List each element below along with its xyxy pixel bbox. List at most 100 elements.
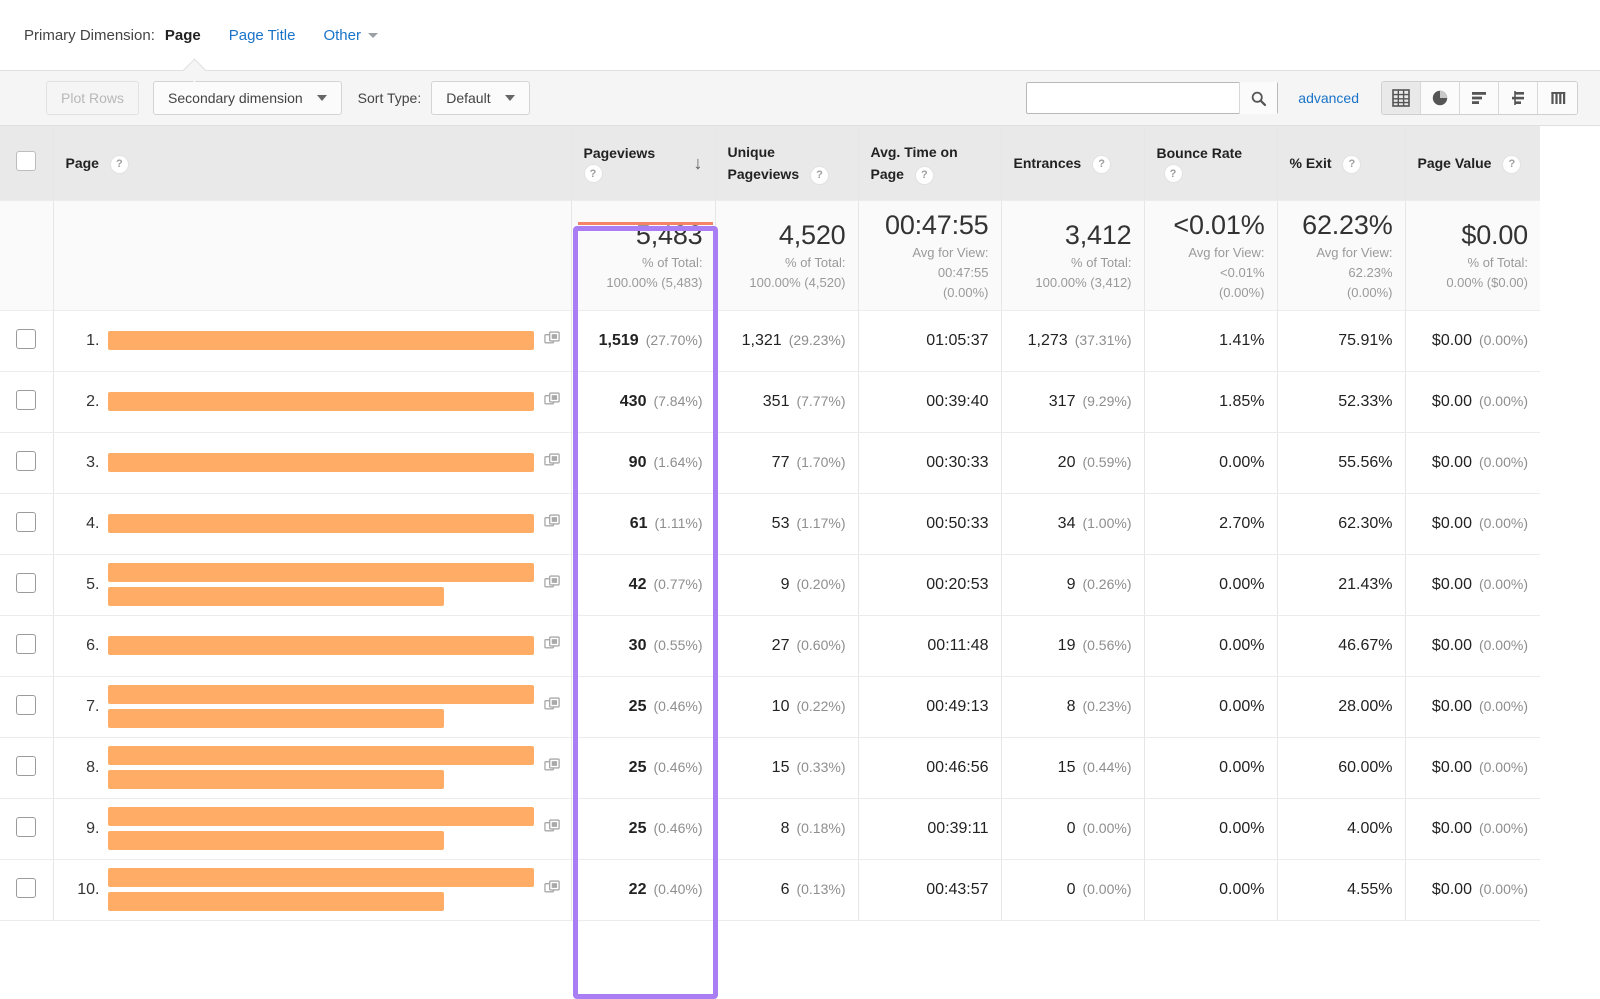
page-cell: 8. bbox=[53, 737, 571, 798]
open-page-in-new-window-button[interactable] bbox=[544, 818, 561, 839]
primary-dimension-page-tab[interactable]: Page bbox=[165, 27, 201, 44]
pageviews-value: 61 bbox=[630, 515, 648, 532]
summary-entrances-cell: 3,412 % of Total: 100.00% (3,412) bbox=[1001, 200, 1144, 310]
row-checkbox[interactable] bbox=[16, 756, 36, 776]
redacted-page-label-bar bbox=[108, 831, 445, 850]
percent-exit-cell: 28.00% bbox=[1277, 676, 1405, 737]
page-value-value: $0.00 bbox=[1432, 393, 1472, 410]
table-view-button[interactable] bbox=[1382, 82, 1421, 114]
percent-exit-value: 55.56% bbox=[1338, 454, 1392, 471]
open-page-in-new-window-button[interactable] bbox=[544, 757, 561, 778]
open-page-in-new-window-button[interactable] bbox=[544, 452, 561, 473]
row-checkbox[interactable] bbox=[16, 512, 36, 532]
avg-time-on-page-value: 00:49:13 bbox=[926, 698, 988, 715]
summary-bounce-rate-sub3: (0.00%) bbox=[1157, 284, 1265, 301]
help-icon[interactable]: ? bbox=[110, 155, 129, 174]
pageviews-value: 430 bbox=[620, 393, 647, 410]
percent-exit-cell: 55.56% bbox=[1277, 432, 1405, 493]
secondary-dimension-dropdown[interactable]: Secondary dimension bbox=[153, 81, 342, 115]
summary-check-cell bbox=[0, 200, 53, 310]
row-checkbox[interactable] bbox=[16, 390, 36, 410]
column-header-bounce-rate[interactable]: Bounce Rate ? bbox=[1144, 126, 1277, 200]
summary-unique-pageviews-sub2: 100.00% (4,520) bbox=[728, 274, 846, 291]
summary-avg-time-sub2: 00:47:55 bbox=[871, 264, 989, 281]
table-row[interactable]: 10.22(0.40%)6(0.13%)00:43:570(0.00%)0.00… bbox=[0, 859, 1540, 920]
sort-type-label: Sort Type: bbox=[358, 90, 422, 106]
pageviews-value: 90 bbox=[629, 454, 647, 471]
open-page-in-new-window-button[interactable] bbox=[544, 330, 561, 351]
table-row[interactable]: 5.42(0.77%)9(0.20%)00:20:539(0.26%)0.00%… bbox=[0, 554, 1540, 615]
help-icon[interactable]: ? bbox=[1092, 155, 1111, 174]
redacted-page-label bbox=[108, 636, 534, 655]
help-icon[interactable]: ? bbox=[1342, 155, 1361, 174]
performance-view-button[interactable] bbox=[1460, 82, 1499, 114]
row-checkbox[interactable] bbox=[16, 451, 36, 471]
summary-unique-pageviews-value: 4,520 bbox=[728, 219, 846, 251]
redacted-page-label-bar bbox=[108, 868, 534, 887]
help-icon[interactable]: ? bbox=[584, 164, 603, 183]
open-page-in-new-window-button[interactable] bbox=[544, 696, 561, 717]
table-row[interactable]: 9.25(0.46%)8(0.18%)00:39:110(0.00%)0.00%… bbox=[0, 798, 1540, 859]
sort-type-value: Default bbox=[446, 90, 490, 106]
row-checkbox[interactable] bbox=[16, 634, 36, 654]
advanced-link[interactable]: advanced bbox=[1298, 90, 1359, 106]
search-input[interactable] bbox=[1027, 83, 1239, 113]
column-header-page-value[interactable]: Page Value ? bbox=[1405, 126, 1540, 200]
help-icon[interactable]: ? bbox=[1164, 164, 1183, 183]
row-checkbox[interactable] bbox=[16, 695, 36, 715]
table-row[interactable]: 4.61(1.11%)53(1.17%)00:50:3334(1.00%)2.7… bbox=[0, 493, 1540, 554]
pivot-view-button[interactable] bbox=[1538, 82, 1577, 114]
redacted-page-label bbox=[108, 807, 534, 850]
row-checkbox[interactable] bbox=[16, 329, 36, 349]
pageviews-percent: (0.46%) bbox=[653, 759, 702, 775]
open-in-new-window-icon bbox=[544, 574, 561, 591]
pageviews-percent: (0.46%) bbox=[653, 820, 702, 836]
row-checkbox[interactable] bbox=[16, 878, 36, 898]
table-row[interactable]: 7.25(0.46%)10(0.22%)00:49:138(0.23%)0.00… bbox=[0, 676, 1540, 737]
percentage-view-button[interactable] bbox=[1421, 82, 1460, 114]
open-page-in-new-window-button[interactable] bbox=[544, 513, 561, 534]
open-page-in-new-window-button[interactable] bbox=[544, 391, 561, 412]
open-page-in-new-window-button[interactable] bbox=[544, 574, 561, 595]
row-checkbox[interactable] bbox=[16, 573, 36, 593]
arrow-down-icon: ↓ bbox=[694, 152, 703, 174]
open-page-in-new-window-button[interactable] bbox=[544, 635, 561, 656]
table-row[interactable]: 1.1,519(27.70%)1,321(29.23%)01:05:371,27… bbox=[0, 310, 1540, 371]
unique-pageviews-percent: (1.70%) bbox=[796, 454, 845, 470]
open-page-in-new-window-button[interactable] bbox=[544, 879, 561, 900]
help-icon[interactable]: ? bbox=[810, 166, 829, 185]
table-row[interactable]: 6.30(0.55%)27(0.60%)00:11:4819(0.56%)0.0… bbox=[0, 615, 1540, 676]
bounce-rate-cell: 1.85% bbox=[1144, 371, 1277, 432]
chevron-down-icon bbox=[505, 95, 515, 101]
pageviews-value: 22 bbox=[629, 881, 647, 898]
column-header-pageviews[interactable]: ↓ Pageviews ? bbox=[571, 126, 715, 200]
comparison-view-button[interactable] bbox=[1499, 82, 1538, 114]
primary-dimension-other-menu[interactable]: Other bbox=[323, 27, 378, 44]
help-icon[interactable]: ? bbox=[915, 166, 934, 185]
entrances-cell: 8(0.23%) bbox=[1001, 676, 1144, 737]
row-rank: 5. bbox=[70, 576, 100, 594]
sort-type-dropdown[interactable]: Default bbox=[431, 81, 529, 115]
row-checkbox[interactable] bbox=[16, 817, 36, 837]
open-in-new-window-icon bbox=[544, 635, 561, 652]
plot-rows-button[interactable]: Plot Rows bbox=[46, 81, 139, 115]
search-button[interactable] bbox=[1239, 82, 1277, 114]
select-all-checkbox[interactable] bbox=[16, 151, 36, 171]
summary-pageviews-sub1: % of Total: bbox=[584, 254, 703, 271]
table-row[interactable]: 3.90(1.64%)77(1.70%)00:30:3320(0.59%)0.0… bbox=[0, 432, 1540, 493]
summary-unique-pageviews-sub1: % of Total: bbox=[728, 254, 846, 271]
pageviews-cell: 61(1.11%) bbox=[571, 493, 715, 554]
pageviews-cell: 430(7.84%) bbox=[571, 371, 715, 432]
primary-dimension-page-title-tab[interactable]: Page Title bbox=[229, 27, 296, 44]
column-header-unique-pageviews[interactable]: Unique Pageviews ? bbox=[715, 126, 858, 200]
entrances-percent: (0.44%) bbox=[1082, 759, 1131, 775]
column-header-entrances[interactable]: Entrances ? bbox=[1001, 126, 1144, 200]
table-row[interactable]: 2.430(7.84%)351(7.77%)00:39:40317(9.29%)… bbox=[0, 371, 1540, 432]
unique-pageviews-cell: 77(1.70%) bbox=[715, 432, 858, 493]
unique-pageviews-percent: (0.18%) bbox=[796, 820, 845, 836]
column-header-percent-exit[interactable]: % Exit ? bbox=[1277, 126, 1405, 200]
table-row[interactable]: 8.25(0.46%)15(0.33%)00:46:5615(0.44%)0.0… bbox=[0, 737, 1540, 798]
column-header-page[interactable]: Page ? bbox=[53, 126, 571, 200]
column-header-avg-time-on-page[interactable]: Avg. Time on Page ? bbox=[858, 126, 1001, 200]
help-icon[interactable]: ? bbox=[1502, 155, 1521, 174]
